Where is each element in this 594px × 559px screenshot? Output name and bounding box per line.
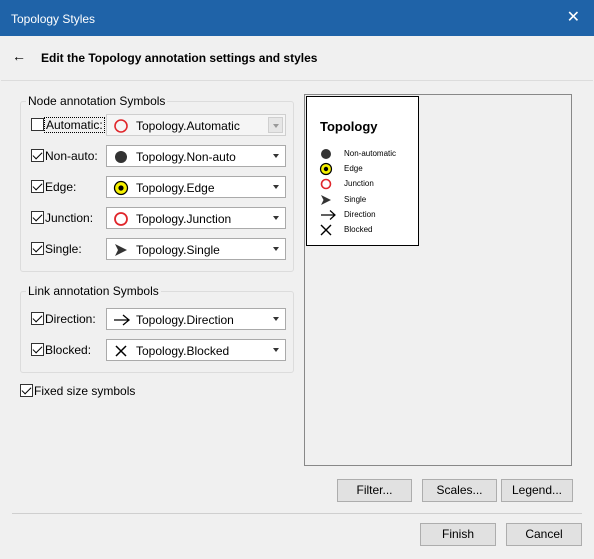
non-auto-checkbox[interactable] [31, 149, 44, 162]
single-checkbox[interactable] [31, 242, 44, 255]
direction-checkbox[interactable] [31, 312, 44, 325]
yellow-ring-dot-icon [113, 180, 129, 196]
page-header: ← Edit the Topology annotation settings … [1, 36, 593, 81]
legend-item-label: Edge [344, 164, 363, 173]
arrow-right-icon [321, 210, 336, 220]
blocked-style-value: Topology.Blocked [136, 344, 230, 358]
window-title: Topology Styles [11, 12, 96, 26]
automatic-style-value: Topology.Automatic [136, 119, 240, 133]
legend-preview-paper: Topology Non-automatic Edge Junction Sin… [306, 96, 419, 246]
legend-item-label: Non-automatic [344, 149, 397, 158]
legend-button[interactable]: Legend... [501, 479, 573, 502]
blocked-label: Blocked: [45, 343, 92, 357]
edge-label: Edge: [45, 180, 77, 194]
direction-style-select[interactable]: Topology.Direction [106, 308, 286, 330]
non-auto-label: Non-auto: [45, 149, 98, 163]
edge-style-select[interactable]: Topology.Edge [106, 176, 286, 198]
junction-style-select[interactable]: Topology.Junction [106, 207, 286, 229]
blocked-checkbox[interactable] [31, 343, 44, 356]
direction-style-value: Topology.Direction [136, 313, 234, 327]
chevron-down-icon [273, 317, 279, 321]
legend-item-label: Blocked [344, 225, 373, 234]
legend-item-label: Single [344, 195, 367, 204]
x-cross-icon [320, 224, 332, 236]
junction-label: Junction: [45, 211, 94, 225]
legend-preview-panel: Topology Non-automatic Edge Junction Sin… [304, 94, 572, 466]
cancel-button[interactable]: Cancel [506, 523, 582, 546]
back-arrow-icon[interactable]: ← [12, 48, 26, 64]
x-cross-icon [115, 345, 127, 357]
single-style-value: Topology.Single [136, 243, 220, 257]
scales-button[interactable]: Scales... [422, 479, 497, 502]
link-group-title: Link annotation Symbols [26, 284, 161, 298]
automatic-label: Automatic: [44, 117, 105, 133]
legend-title: Topology [320, 119, 378, 134]
edge-checkbox[interactable] [31, 180, 44, 193]
chevron-down-icon [273, 348, 279, 352]
title-bar: Topology Styles ✕ [0, 0, 594, 36]
arrowhead-icon [115, 244, 127, 256]
fixed-size-checkbox[interactable] [20, 384, 33, 397]
black-dot-icon [115, 151, 127, 163]
close-icon[interactable]: ✕ [567, 9, 580, 27]
direction-label: Direction: [45, 312, 96, 326]
automatic-checkbox[interactable] [31, 118, 44, 131]
legend-item-label: Junction [344, 179, 374, 188]
red-ring-icon [320, 178, 332, 190]
automatic-style-select[interactable]: Topology.Automatic [106, 114, 286, 136]
chevron-down-icon [273, 185, 279, 189]
single-label: Single: [45, 242, 82, 256]
filter-button[interactable]: Filter... [337, 479, 412, 502]
fixed-size-label: Fixed size symbols [34, 384, 136, 398]
non-auto-style-select[interactable]: Topology.Non-auto [106, 145, 286, 167]
header-text: Edit the Topology annotation settings an… [41, 51, 318, 65]
chevron-down-icon [273, 154, 279, 158]
single-style-select[interactable]: Topology.Single [106, 238, 286, 260]
red-ring-icon [114, 212, 128, 226]
blocked-style-select[interactable]: Topology.Blocked [106, 339, 286, 361]
finish-button[interactable]: Finish [420, 523, 496, 546]
black-dot-icon [321, 149, 331, 159]
chevron-down-icon [273, 247, 279, 251]
edge-style-value: Topology.Edge [136, 181, 215, 195]
red-ring-icon [114, 119, 128, 133]
yellow-ring-dot-icon [319, 162, 333, 176]
node-group-title: Node annotation Symbols [26, 94, 168, 108]
junction-style-value: Topology.Junction [136, 212, 232, 226]
chevron-down-icon [273, 216, 279, 220]
arrow-right-icon [114, 314, 131, 326]
chevron-down-icon [268, 117, 283, 133]
footer-separator [12, 513, 582, 514]
arrowhead-icon [321, 195, 331, 205]
junction-checkbox[interactable] [31, 211, 44, 224]
legend-item-label: Direction [344, 210, 376, 219]
non-auto-style-value: Topology.Non-auto [136, 150, 236, 164]
